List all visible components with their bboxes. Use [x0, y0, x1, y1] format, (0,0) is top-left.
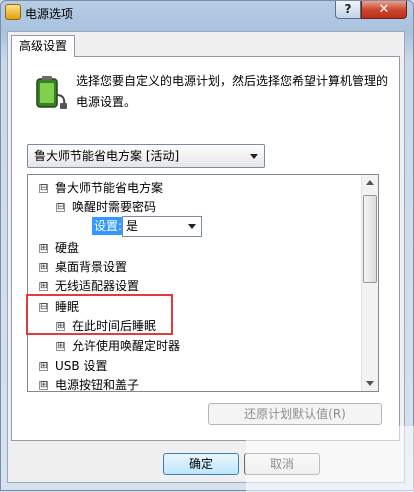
tree-item-label: USB 设置: [55, 359, 108, 373]
expand-icon[interactable]: ⊞: [39, 362, 48, 371]
setting-value: 是: [126, 219, 139, 233]
power-options-window: 电源选项 ? ✕ 高级设置 选择您要自定义的电源计划，然后选择您希望计算机管理的…: [0, 0, 414, 492]
tree-item-label: 无线适配器设置: [55, 279, 140, 293]
vertical-scrollbar[interactable]: [361, 175, 378, 391]
power-plan-select[interactable]: 鲁大师节能省电方案 [活动]: [27, 144, 265, 168]
title-bar[interactable]: 电源选项 ? ✕: [1, 1, 413, 23]
power-options-icon: [5, 4, 21, 20]
window-title: 电源选项: [25, 7, 74, 21]
tree-item-label: 桌面背景设置: [55, 260, 128, 274]
annotation-highlight-box: [26, 294, 173, 335]
tree-item-label: 唤醒时需要密码: [72, 200, 157, 214]
scroll-up-icon[interactable]: [366, 180, 374, 185]
watermark-overlay: [246, 426, 414, 492]
expand-icon[interactable]: ⊞: [39, 263, 48, 272]
expand-icon[interactable]: ⊞: [39, 381, 48, 390]
setting-label: 设置:: [92, 217, 125, 235]
chevron-down-icon: [188, 224, 196, 229]
expand-icon[interactable]: ⊞: [39, 282, 48, 291]
tree-item-label: 硬盘: [55, 241, 80, 255]
power-plan-select-value: 鲁大师节能省电方案 [活动]: [34, 149, 180, 163]
chevron-down-icon: [250, 154, 258, 159]
tree-item-label: 鲁大师节能省电方案: [55, 181, 164, 195]
scrollbar-thumb[interactable]: [363, 195, 377, 283]
restore-defaults-button[interactable]: 还原计划默认值(R): [208, 403, 382, 425]
scroll-down-icon[interactable]: [366, 381, 374, 386]
description-text: 选择您要自定义的电源计划，然后选择您希望计算机管理的电源设置。: [76, 74, 389, 109]
battery-plug-icon: [36, 76, 67, 109]
setting-value-select[interactable]: 是: [122, 216, 202, 237]
tree-item-label: 允许使用唤醒定时器: [72, 339, 181, 353]
tree-item-label: 电源按钮和盖子: [55, 378, 140, 392]
expand-icon[interactable]: ⊞: [56, 342, 65, 351]
ok-button[interactable]: 确定: [163, 453, 239, 475]
help-button[interactable]: ?: [335, 1, 361, 19]
expand-icon[interactable]: ⊞: [39, 244, 48, 253]
tab-advanced-settings[interactable]: 高级设置: [11, 35, 75, 57]
close-button[interactable]: ✕: [361, 1, 407, 19]
collapse-icon[interactable]: ⊟: [56, 203, 65, 212]
collapse-icon[interactable]: ⊟: [39, 184, 48, 193]
